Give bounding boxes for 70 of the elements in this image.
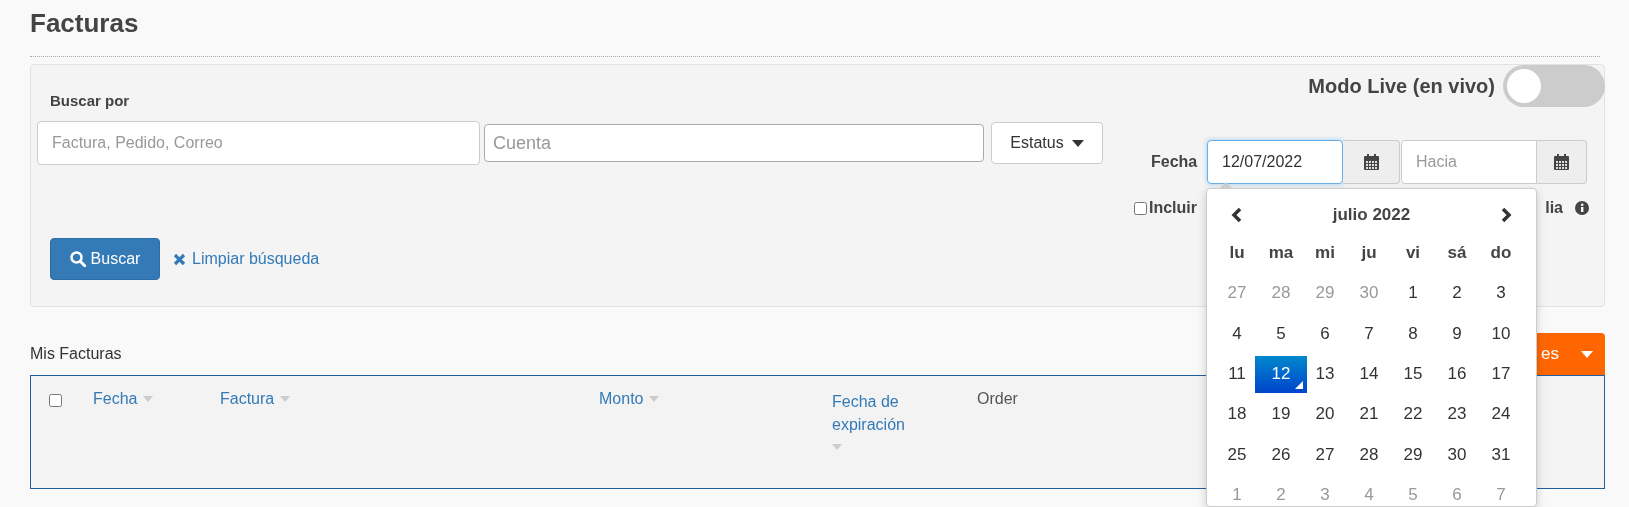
- column-header: Order: [977, 390, 1018, 407]
- page-title: Facturas: [30, 7, 140, 40]
- calendar-icon: [1363, 154, 1379, 170]
- calendar-day[interactable]: 22: [1391, 403, 1435, 426]
- calendar-button[interactable]: [1537, 140, 1587, 184]
- calendar-day[interactable]: 2: [1435, 282, 1479, 305]
- weekday-label: vi: [1405, 243, 1421, 264]
- previous-month-icon[interactable]: [1231, 207, 1243, 223]
- clear-search-link[interactable]: Limpiar búsqueda: [173, 250, 320, 268]
- caret-icon: [1071, 139, 1084, 147]
- calendar-day[interactable]: 19: [1259, 403, 1303, 426]
- column-header[interactable]: Factura: [220, 390, 291, 408]
- checkbox-label: Incluir: [1149, 199, 1197, 217]
- calendar-day[interactable]: 7: [1347, 322, 1391, 345]
- column-header[interactable]: Fecha de expiración: [832, 390, 927, 450]
- calendar-day[interactable]: 6: [1303, 322, 1347, 345]
- calendar-day[interactable]: 26: [1259, 443, 1303, 466]
- calendar-day[interactable]: 3: [1479, 282, 1523, 305]
- weekday-label: do: [1490, 243, 1512, 264]
- calendar-day[interactable]: 15: [1391, 363, 1435, 386]
- sort-icon: [649, 396, 660, 402]
- info-icon: [1575, 201, 1589, 215]
- date-from-field[interactable]: 12/07/2022: [1207, 140, 1343, 184]
- calendar-button[interactable]: [1343, 140, 1400, 184]
- calendar-day[interactable]: 30: [1435, 443, 1479, 466]
- next-month-icon[interactable]: [1500, 207, 1512, 223]
- checkbox-label: lia: [1545, 199, 1563, 217]
- search-label: Buscar por: [50, 92, 130, 111]
- weekday-label: mi: [1315, 243, 1335, 264]
- status-dropdown[interactable]: Estatus: [991, 122, 1103, 164]
- calendar-day[interactable]: 23: [1435, 403, 1479, 426]
- calendar-day[interactable]: 28: [1347, 443, 1391, 466]
- sort-icon: [143, 396, 154, 402]
- select-all-checkbox[interactable]: [49, 394, 62, 407]
- search-field[interactable]: Factura, Pedido, Correo: [37, 121, 480, 165]
- section-title: Mis Facturas: [30, 345, 122, 363]
- sort-icon: [280, 396, 291, 402]
- sort-icon: [832, 444, 842, 450]
- calendar-day[interactable]: 1: [1391, 282, 1435, 305]
- calendar-day[interactable]: 21: [1347, 403, 1391, 426]
- calendar-day[interactable]: 4: [1215, 322, 1259, 345]
- calendar-day[interactable]: 12: [1255, 355, 1307, 393]
- calendar-day[interactable]: 14: [1347, 363, 1391, 386]
- date-label: Fecha: [1151, 153, 1199, 171]
- search-button[interactable]: Buscar: [50, 238, 160, 280]
- calendar-day[interactable]: 20: [1303, 403, 1347, 426]
- include-checkbox[interactable]: [1134, 201, 1147, 215]
- search-icon: [69, 251, 86, 267]
- calendar-day[interactable]: 18: [1215, 403, 1259, 426]
- close-icon: [173, 252, 186, 266]
- month-title[interactable]: julio 2022: [1332, 205, 1411, 225]
- calendar-day[interactable]: 24: [1479, 403, 1523, 426]
- column-header[interactable]: Fecha: [93, 390, 154, 408]
- live-mode-label: Modo Live (en vivo): [1308, 74, 1495, 98]
- calendar-icon: [1554, 154, 1569, 170]
- calendar-day[interactable]: 27: [1303, 443, 1347, 466]
- weekday-label: sá: [1447, 243, 1467, 264]
- calendar-day[interactable]: 25: [1215, 443, 1259, 466]
- calendar-day[interactable]: 8: [1391, 322, 1435, 345]
- calendar-day[interactable]: 31: [1479, 443, 1523, 466]
- account-field[interactable]: Cuenta: [484, 124, 984, 162]
- weekday-label: ju: [1361, 243, 1377, 264]
- calendar-day[interactable]: 29: [1391, 443, 1435, 466]
- calendar-day[interactable]: 5: [1259, 322, 1303, 345]
- column-header[interactable]: Monto: [599, 390, 660, 408]
- date-to-field[interactable]: Hacia: [1401, 140, 1537, 184]
- caret-icon: [1581, 350, 1593, 358]
- weekday-label: ma: [1268, 243, 1294, 264]
- weekday-label: lu: [1229, 243, 1245, 264]
- live-mode-toggle[interactable]: [1503, 65, 1605, 107]
